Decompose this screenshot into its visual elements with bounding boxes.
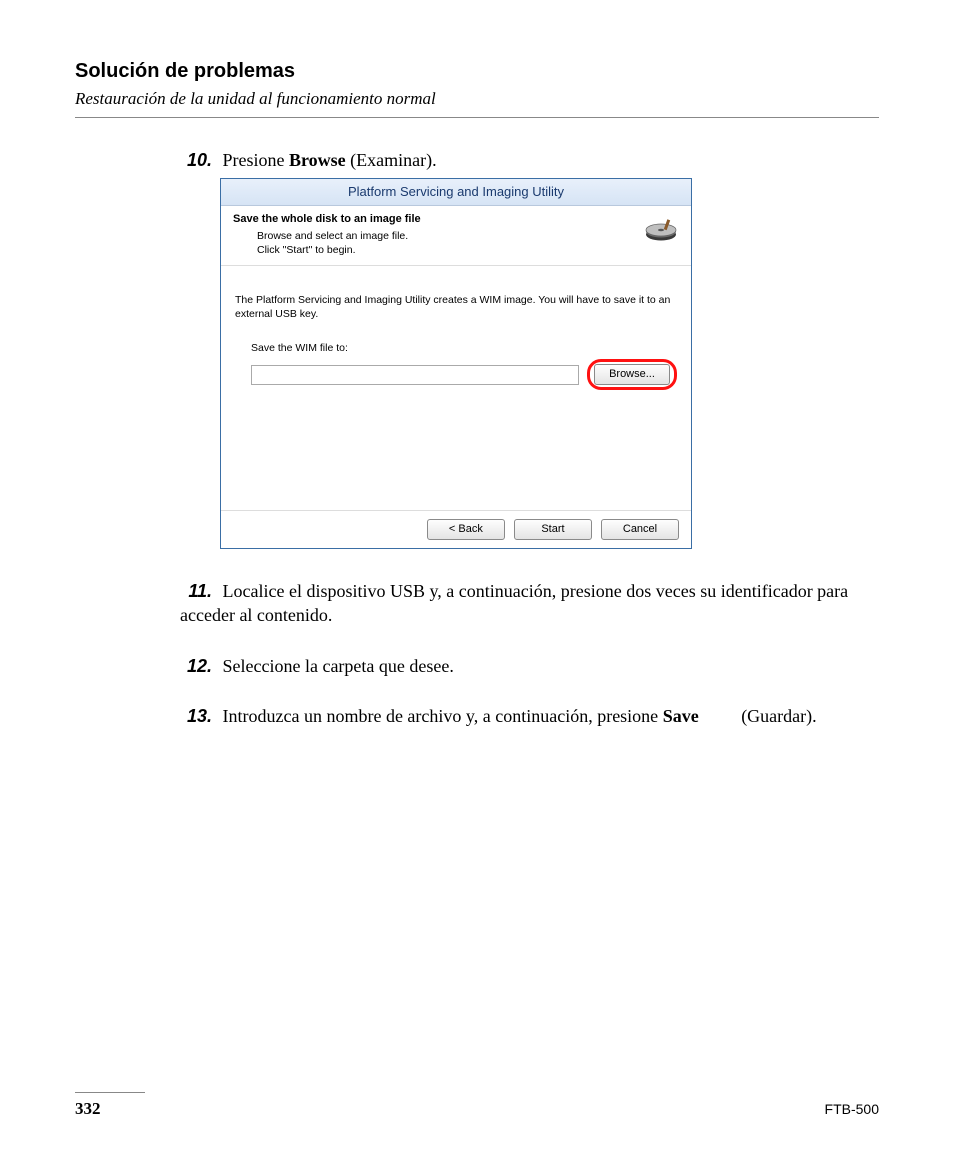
page-footer: 332 FTB-500 [75,1092,879,1119]
browse-highlight: Browse... [587,359,677,390]
step-text: Seleccione la carpeta que desee. [223,656,454,676]
save-path-input[interactable] [251,365,579,385]
step-text-bold: Browse [289,150,346,170]
step-12: 12. Seleccione la carpeta que desee. [180,654,879,678]
step-text: Localice el dispositivo USB y, a continu… [180,581,848,625]
chapter-title: Solución de problemas [75,60,879,83]
disk-icon [643,212,679,242]
dialog-heading: Save the whole disk to an image file [233,212,635,227]
dialog-window: Platform Servicing and Imaging Utility S… [220,178,692,549]
step-text-pre: Introduzca un nombre de archivo y, a con… [223,706,663,726]
dialog-title: Platform Servicing and Imaging Utility [221,179,691,206]
step-10: 10. Presione Browse (Examinar). Platform… [180,148,879,549]
step-text: Presione Browse (Examinar). [223,150,437,170]
step-number: 12. [180,654,212,678]
step-number: 13. [180,704,212,728]
step-text-post: (Guardar). [737,706,817,726]
step-list: 10. Presione Browse (Examinar). Platform… [180,148,879,728]
dialog-head-line: Click "Start" to begin. [257,243,635,257]
cancel-button[interactable]: Cancel [601,519,679,540]
chapter-subtitle: Restauración de la unidad al funcionamie… [75,89,879,109]
step-text-post: (Examinar). [346,150,437,170]
model-label: FTB-500 [825,1101,879,1117]
dialog-header: Save the whole disk to an image file Bro… [221,206,691,266]
step-text: Introduzca un nombre de archivo y, a con… [223,706,817,726]
dialog-info-text: The Platform Servicing and Imaging Utili… [235,294,677,321]
step-number: 11. [180,579,212,603]
step-11: 11. Localice el dispositivo USB y, a con… [180,579,879,628]
browse-button[interactable]: Browse... [594,364,670,385]
step-text-bold: Save [663,706,699,726]
dialog-footer: < Back Start Cancel [221,510,691,548]
footer-rule [75,1092,145,1093]
dialog-head-line: Browse and select an image file. [257,229,635,243]
back-button[interactable]: < Back [427,519,505,540]
header-rule [75,117,879,118]
step-13: 13. Introduzca un nombre de archivo y, a… [180,704,879,728]
save-path-label: Save the WIM file to: [235,341,677,355]
step-text-pre: Presione [223,150,290,170]
start-button[interactable]: Start [514,519,592,540]
page-number: 332 [75,1099,101,1119]
dialog-body: The Platform Servicing and Imaging Utili… [221,266,691,510]
step-number: 10. [180,148,212,172]
